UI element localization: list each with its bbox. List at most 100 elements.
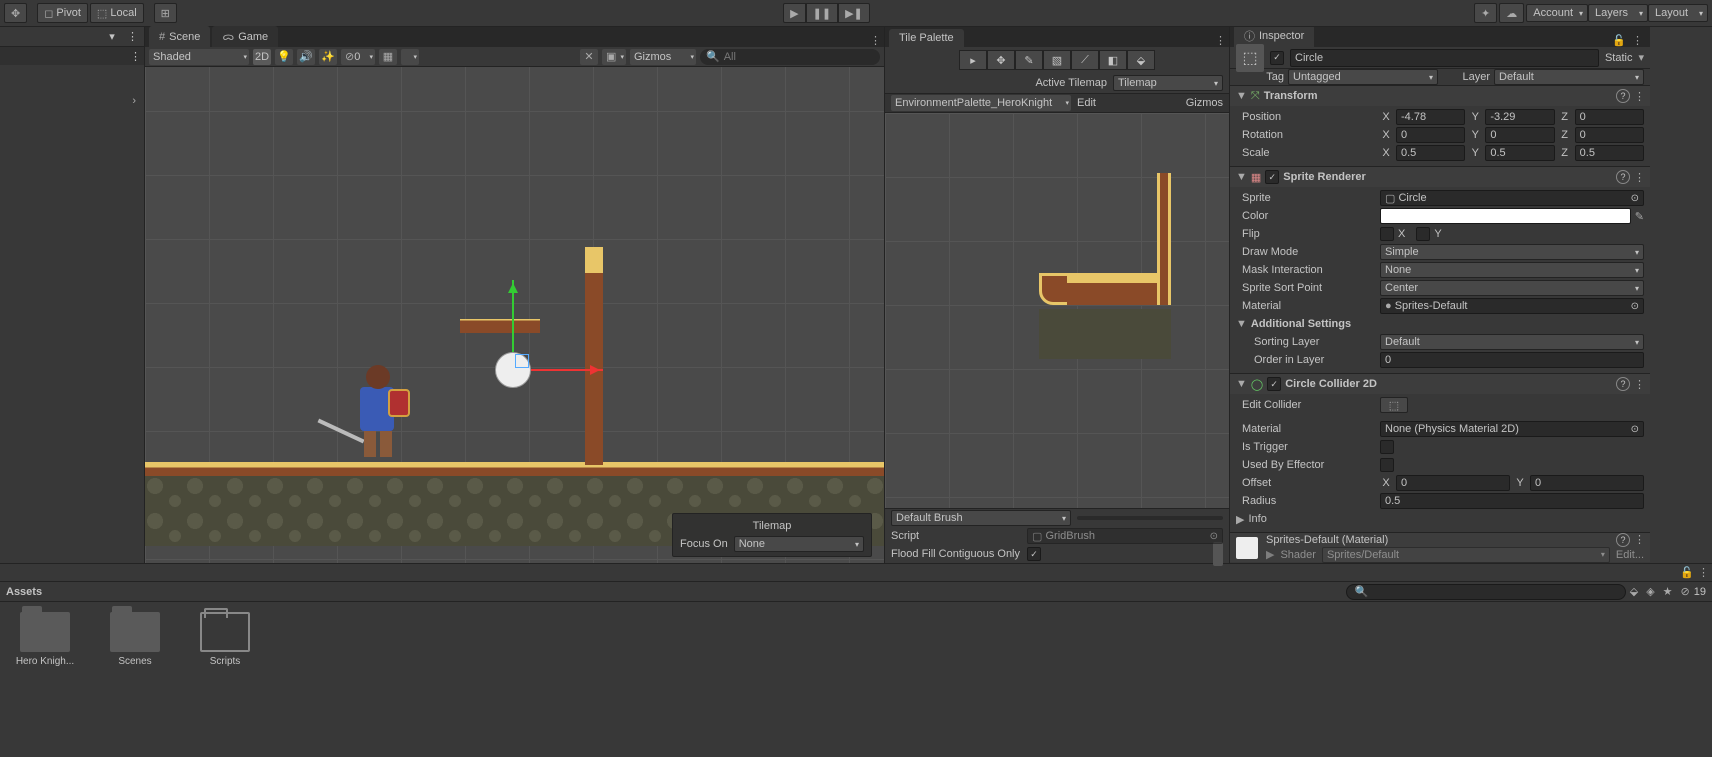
- layout-dropdown[interactable]: Layout: [1648, 4, 1708, 22]
- foldout-right-icon[interactable]: ▶: [1266, 548, 1274, 561]
- assets-menu-icon[interactable]: ⋮: [1698, 566, 1708, 579]
- eyedropper-icon[interactable]: ✎: [1635, 210, 1644, 223]
- panel-menu-icon[interactable]: ⋮: [124, 29, 140, 45]
- chevron-right-icon[interactable]: ›: [132, 95, 136, 107]
- cloud-button[interactable]: ☁: [1499, 3, 1524, 23]
- hierarchy-menu-icon[interactable]: ⋮: [130, 50, 140, 63]
- offset-x-input[interactable]: 0: [1396, 475, 1510, 491]
- foldout-right-icon[interactable]: ▶: [1236, 513, 1244, 526]
- transform-gizmo[interactable]: [495, 352, 531, 388]
- collider-material-field[interactable]: None (Physics Material 2D): [1380, 421, 1644, 437]
- component-menu-icon[interactable]: ⋮: [1634, 378, 1644, 391]
- collab-button[interactable]: ✦: [1474, 3, 1497, 23]
- component-menu-icon[interactable]: ⋮: [1634, 171, 1644, 184]
- extras-dropdown[interactable]: [401, 49, 419, 65]
- brush-slider[interactable]: [1077, 516, 1223, 520]
- sprite-field[interactable]: ▢ Circle: [1380, 190, 1644, 206]
- shaded-dropdown[interactable]: Shaded: [149, 49, 249, 65]
- material-field[interactable]: ● Sprites-Default: [1380, 298, 1644, 314]
- sort-point-dropdown[interactable]: Center: [1380, 280, 1644, 296]
- fill-tool[interactable]: ⬙: [1127, 50, 1155, 70]
- foldout-icon[interactable]: ▼: [1236, 90, 1247, 102]
- fx-button[interactable]: ✨: [319, 49, 337, 65]
- scene-panel-menu-icon[interactable]: ⋮: [870, 34, 880, 47]
- pivot-button[interactable]: ◻ Pivot: [37, 3, 88, 23]
- trigger-checkbox[interactable]: [1380, 440, 1394, 454]
- component-menu-icon[interactable]: ⋮: [1634, 90, 1644, 103]
- brush-tool[interactable]: ✎: [1015, 50, 1043, 70]
- brush-dropdown[interactable]: Default Brush: [891, 510, 1071, 526]
- local-button[interactable]: ⬚ Local: [90, 3, 144, 23]
- move-tool[interactable]: ✥: [987, 50, 1015, 70]
- lighting-button[interactable]: 💡: [275, 49, 293, 65]
- order-input[interactable]: 0: [1380, 352, 1644, 368]
- box-tool[interactable]: ▧: [1043, 50, 1071, 70]
- tag-dropdown[interactable]: Untagged: [1288, 69, 1438, 85]
- mask-dropdown[interactable]: None: [1380, 262, 1644, 278]
- panel-dropdown-icon[interactable]: ▾: [104, 29, 120, 45]
- grid-button[interactable]: ▦: [379, 49, 397, 65]
- pos-x-input[interactable]: -4.78: [1396, 109, 1465, 125]
- pos-y-input[interactable]: -3.29: [1485, 109, 1554, 125]
- camera-dropdown[interactable]: ▣: [602, 49, 626, 65]
- layers-dropdown[interactable]: Layers: [1588, 4, 1648, 22]
- tools-button[interactable]: ✕: [580, 49, 598, 65]
- play-button[interactable]: ▶: [783, 3, 805, 23]
- material-preview[interactable]: [1236, 537, 1258, 559]
- sorting-layer-dropdown[interactable]: Default: [1380, 334, 1644, 350]
- hidden-icon[interactable]: ⊘: [1681, 585, 1690, 598]
- pause-button[interactable]: ❚❚: [806, 3, 838, 23]
- tab-tile-palette[interactable]: Tile Palette: [889, 29, 964, 47]
- offset-y-input[interactable]: 0: [1530, 475, 1644, 491]
- asset-folder-scripts[interactable]: Scripts: [190, 612, 260, 708]
- rot-y-input[interactable]: 0: [1485, 127, 1554, 143]
- palette-edit-button[interactable]: Edit: [1073, 97, 1100, 109]
- filter-icon[interactable]: ⬙: [1630, 585, 1638, 598]
- rot-z-input[interactable]: 0: [1575, 127, 1644, 143]
- palette-gizmos-button[interactable]: Gizmos: [1186, 97, 1223, 109]
- rot-x-input[interactable]: 0: [1396, 127, 1465, 143]
- foldout-icon[interactable]: ▼: [1236, 318, 1247, 330]
- material-menu-icon[interactable]: ⋮: [1634, 533, 1644, 547]
- draw-mode-dropdown[interactable]: Simple: [1380, 244, 1644, 260]
- step-button[interactable]: ▶❚: [838, 3, 870, 23]
- focus-on-dropdown[interactable]: None: [734, 536, 864, 552]
- hidden-dropdown[interactable]: ⊘0: [341, 49, 375, 65]
- shader-edit-button[interactable]: Edit...: [1616, 549, 1644, 561]
- lock-icon[interactable]: 🔓: [1612, 34, 1626, 47]
- hand-tool-button[interactable]: ✥: [4, 3, 27, 23]
- foldout-icon[interactable]: ▼: [1236, 378, 1247, 390]
- scene-search-input[interactable]: 🔍 All: [700, 49, 880, 65]
- flip-x-checkbox[interactable]: [1380, 227, 1394, 241]
- help-icon[interactable]: ?: [1616, 170, 1630, 184]
- asset-folder-hero-knight[interactable]: Hero Knigh...: [10, 612, 80, 708]
- layer-dropdown[interactable]: Default: [1494, 69, 1644, 85]
- gameobject-icon[interactable]: ⬚: [1236, 44, 1264, 72]
- help-icon[interactable]: ?: [1616, 533, 1630, 547]
- foldout-icon[interactable]: ▼: [1236, 171, 1247, 183]
- palette-scrollbar[interactable]: [1213, 542, 1223, 566]
- help-icon[interactable]: ?: [1616, 89, 1630, 103]
- audio-button[interactable]: 🔊: [297, 49, 315, 65]
- favorite-icon[interactable]: ★: [1663, 585, 1673, 598]
- scl-y-input[interactable]: 0.5: [1485, 145, 1554, 161]
- mode-2d-button[interactable]: 2D: [253, 49, 271, 65]
- palette-viewport[interactable]: [885, 113, 1229, 508]
- help-icon[interactable]: ?: [1616, 377, 1630, 391]
- inspector-menu-icon[interactable]: ⋮: [1632, 34, 1642, 47]
- collider-enabled-checkbox[interactable]: ✓: [1267, 377, 1281, 391]
- effector-checkbox[interactable]: [1380, 458, 1394, 472]
- flip-y-checkbox[interactable]: [1416, 227, 1430, 241]
- color-field[interactable]: [1380, 208, 1631, 224]
- scl-x-input[interactable]: 0.5: [1396, 145, 1465, 161]
- sprite-enabled-checkbox[interactable]: ✓: [1265, 170, 1279, 184]
- pos-z-input[interactable]: 0: [1575, 109, 1644, 125]
- active-checkbox[interactable]: ✓: [1270, 51, 1284, 65]
- scl-z-input[interactable]: 0.5: [1575, 145, 1644, 161]
- edit-collider-button[interactable]: ⬚: [1380, 397, 1408, 413]
- tab-game[interactable]: ᯅGame: [212, 26, 278, 47]
- radius-input[interactable]: 0.5: [1380, 493, 1644, 509]
- static-dropdown-icon[interactable]: ▾: [1638, 51, 1644, 64]
- scene-viewport[interactable]: Tilemap Focus On None: [145, 67, 884, 563]
- tab-scene[interactable]: #Scene: [149, 26, 210, 47]
